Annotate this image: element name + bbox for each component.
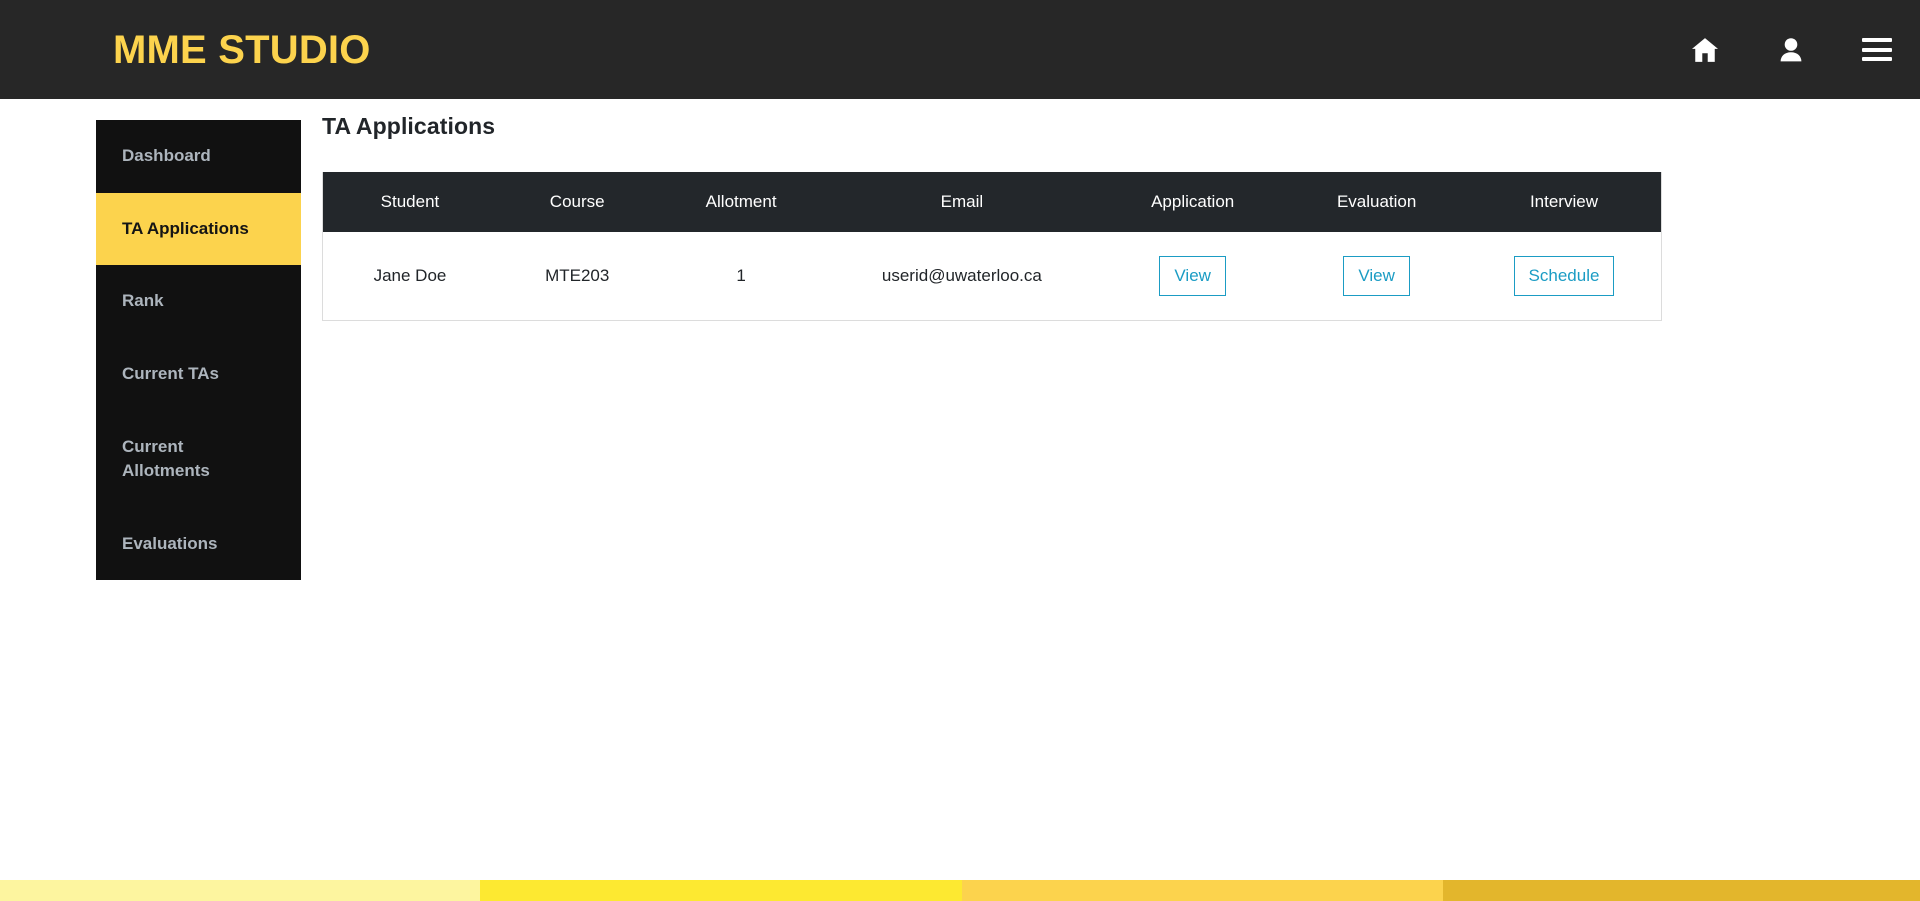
column-header-evaluation: Evaluation [1286, 172, 1467, 232]
sidebar-item-current-tas[interactable]: Current TAs [96, 338, 301, 411]
top-navbar: MME STUDIO [0, 0, 1920, 99]
app-root: MME STUDIO Dashboard TA Applications Ran… [0, 0, 1920, 901]
column-header-course: Course [496, 172, 658, 232]
cell-application: View [1099, 232, 1286, 320]
hamburger-bars [1862, 38, 1892, 61]
sidebar-item-evaluations[interactable]: Evaluations [96, 508, 301, 581]
home-icon[interactable] [1662, 0, 1748, 99]
column-header-interview: Interview [1466, 172, 1661, 232]
cell-allotment: 1 [736, 266, 746, 285]
column-header-email: Email [824, 172, 1100, 232]
column-header-student: Student [323, 172, 497, 232]
footer-segment-1 [0, 880, 480, 901]
table-header: Student Course Allotment Email Applicati… [323, 172, 1661, 232]
hamburger-bar-1 [1862, 38, 1892, 42]
main-content: TA Applications Student Course Allotment… [322, 113, 1662, 321]
cell-course: MTE203 [545, 266, 610, 285]
user-icon[interactable] [1748, 0, 1834, 99]
schedule-interview-button[interactable]: Schedule [1513, 256, 1615, 296]
footer-segment-3 [962, 880, 1443, 901]
view-application-button[interactable]: View [1159, 256, 1226, 296]
column-header-allotment: Allotment [657, 172, 825, 232]
footer-color-stripe [0, 880, 1920, 901]
sidebar-item-rank[interactable]: Rank [96, 265, 301, 338]
footer-segment-2 [480, 880, 962, 901]
table-row: Jane Doe MTE203 1 userid@uwaterloo.ca Vi… [323, 232, 1661, 320]
footer-segment-4 [1443, 880, 1920, 901]
page-title: TA Applications [322, 113, 496, 139]
view-evaluation-button[interactable]: View [1343, 256, 1410, 296]
table-header-row: Student Course Allotment Email Applicati… [323, 172, 1661, 232]
sidebar-item-current-allotments[interactable]: Current Allotments [96, 411, 266, 508]
cell-interview: Schedule [1467, 232, 1661, 320]
hamburger-bar-3 [1862, 57, 1892, 61]
sidebar: Dashboard TA Applications Rank Current T… [96, 120, 301, 581]
hamburger-menu-icon[interactable] [1834, 0, 1920, 99]
sidebar-item-dashboard[interactable]: Dashboard [96, 120, 301, 193]
hamburger-bar-2 [1862, 47, 1892, 52]
cell-student: Jane Doe [373, 266, 447, 285]
column-header-application: Application [1099, 172, 1287, 232]
navbar-icon-group [1662, 0, 1920, 99]
table-body: Jane Doe MTE203 1 userid@uwaterloo.ca Vi… [323, 232, 1661, 320]
ta-applications-table-container: Student Course Allotment Email Applicati… [322, 172, 1662, 321]
sidebar-item-ta-applications[interactable]: TA Applications [96, 192, 301, 266]
cell-evaluation: View [1286, 232, 1467, 320]
ta-applications-table: Student Course Allotment Email Applicati… [323, 172, 1661, 320]
cell-email: userid@uwaterloo.ca [881, 266, 1042, 285]
brand-logo[interactable]: MME STUDIO [113, 30, 371, 70]
